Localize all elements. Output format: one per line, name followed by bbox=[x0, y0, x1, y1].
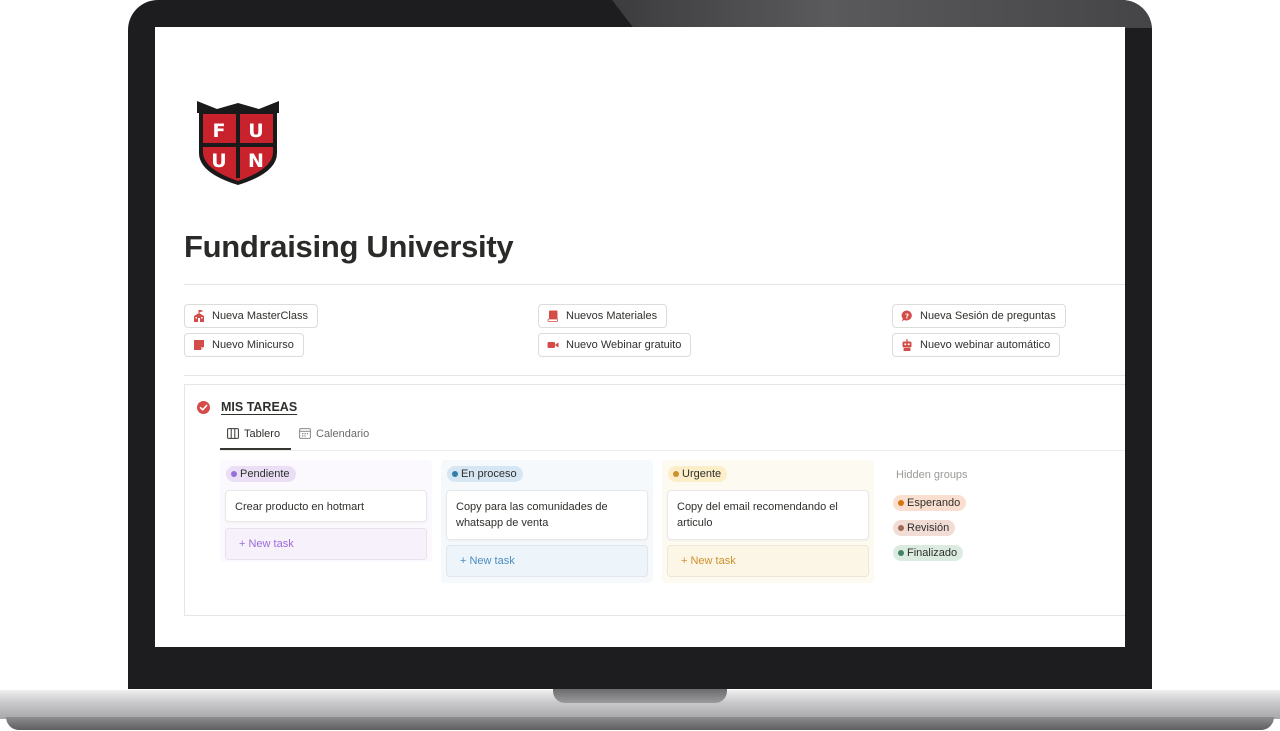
database-title[interactable]: MIS TAREAS bbox=[221, 400, 297, 414]
calendar-icon bbox=[299, 428, 311, 439]
title-divider bbox=[184, 284, 1125, 285]
task-card[interactable]: Crear producto en hotmart bbox=[225, 490, 427, 522]
page-title: Fundraising University bbox=[184, 229, 514, 264]
logo-letter-u2: U bbox=[211, 150, 226, 172]
hidden-group-finalizado[interactable]: Finalizado bbox=[893, 545, 964, 561]
hidden-group-esperando[interactable]: Esperando bbox=[893, 495, 967, 511]
status-badge-pendiente[interactable]: Pendiente bbox=[226, 466, 296, 482]
svg-text:?: ? bbox=[905, 312, 909, 320]
fuun-shield-logo: F U U N bbox=[197, 101, 279, 185]
status-badge-urgente[interactable]: Urgente bbox=[668, 466, 728, 482]
tab-label: Calendario bbox=[316, 428, 370, 440]
book-icon bbox=[547, 310, 558, 322]
link-nueva-masterclass[interactable]: Nueva MasterClass bbox=[184, 304, 318, 328]
link-label: Nueva MasterClass bbox=[212, 310, 308, 322]
new-task-button[interactable]: + New task bbox=[446, 545, 648, 577]
links-divider bbox=[184, 375, 1125, 376]
task-title: Crear producto en hotmart bbox=[235, 501, 365, 513]
tab-tablero[interactable]: Tablero bbox=[227, 427, 280, 445]
link-label: Nuevos Materiales bbox=[566, 310, 658, 322]
link-label: Nueva Sesión de preguntas bbox=[920, 310, 1056, 322]
board-column-pendiente: Pendiente Crear producto en hotmart + Ne… bbox=[220, 460, 432, 562]
new-task-button[interactable]: + New task bbox=[225, 528, 427, 560]
task-card[interactable]: Copy para las comunidades de whatsapp de… bbox=[446, 490, 648, 540]
link-label: Nuevo Minicurso bbox=[212, 339, 294, 351]
video-camera-icon bbox=[547, 342, 559, 348]
sticky-note-icon bbox=[194, 340, 204, 350]
robot-icon bbox=[902, 339, 912, 351]
link-label: Nuevo Webinar gratuito bbox=[566, 339, 682, 351]
school-icon bbox=[194, 310, 204, 322]
lid-reflection bbox=[612, 0, 1152, 28]
hidden-group-revision[interactable]: Revisión bbox=[893, 520, 956, 536]
link-nuevos-materiales[interactable]: Nuevos Materiales bbox=[538, 304, 668, 328]
hidden-groups-label: Hidden groups bbox=[896, 469, 968, 481]
link-nueva-sesion-preguntas[interactable]: ? Nueva Sesión de preguntas bbox=[892, 304, 1066, 328]
board-column-en-proceso: En proceso Copy para las comunidades de … bbox=[441, 460, 653, 583]
task-title: Copy para las comunidades de whatsapp de… bbox=[456, 501, 608, 529]
tab-label: Tablero bbox=[244, 428, 281, 440]
tab-calendario[interactable]: Calendario bbox=[299, 427, 369, 445]
task-title: Copy del email recomendando el articulo bbox=[677, 501, 838, 529]
logo-letter-n: N bbox=[248, 150, 264, 172]
laptop-base-bottom bbox=[6, 717, 1274, 730]
link-nuevo-webinar-automatico[interactable]: Nuevo webinar automático bbox=[892, 333, 1061, 357]
new-task-button[interactable]: + New task bbox=[667, 545, 869, 577]
board-icon bbox=[227, 428, 239, 439]
screen: F U U N Fundraising University Nueva Mas… bbox=[155, 27, 1125, 647]
task-card[interactable]: Copy del email recomendando el articulo bbox=[667, 490, 869, 540]
laptop-base bbox=[0, 689, 1280, 731]
logo-letter-f: F bbox=[213, 120, 226, 142]
link-label: Nuevo webinar automático bbox=[920, 339, 1051, 351]
tasks-database: MIS TAREAS Tablero Calendario Pendiente bbox=[184, 384, 1125, 616]
tabs-divider bbox=[220, 450, 1125, 451]
status-badge-en-proceso[interactable]: En proceso bbox=[447, 466, 523, 482]
board-column-urgente: Urgente Copy del email recomendando el a… bbox=[662, 460, 874, 583]
chat-question-icon: ? bbox=[901, 310, 912, 322]
link-nuevo-webinar-gratuito[interactable]: Nuevo Webinar gratuito bbox=[538, 333, 692, 357]
logo-letter-u: U bbox=[248, 120, 263, 142]
laptop-opening-notch bbox=[553, 689, 727, 703]
check-circle-icon bbox=[197, 401, 210, 414]
link-nuevo-minicurso[interactable]: Nuevo Minicurso bbox=[184, 333, 304, 357]
